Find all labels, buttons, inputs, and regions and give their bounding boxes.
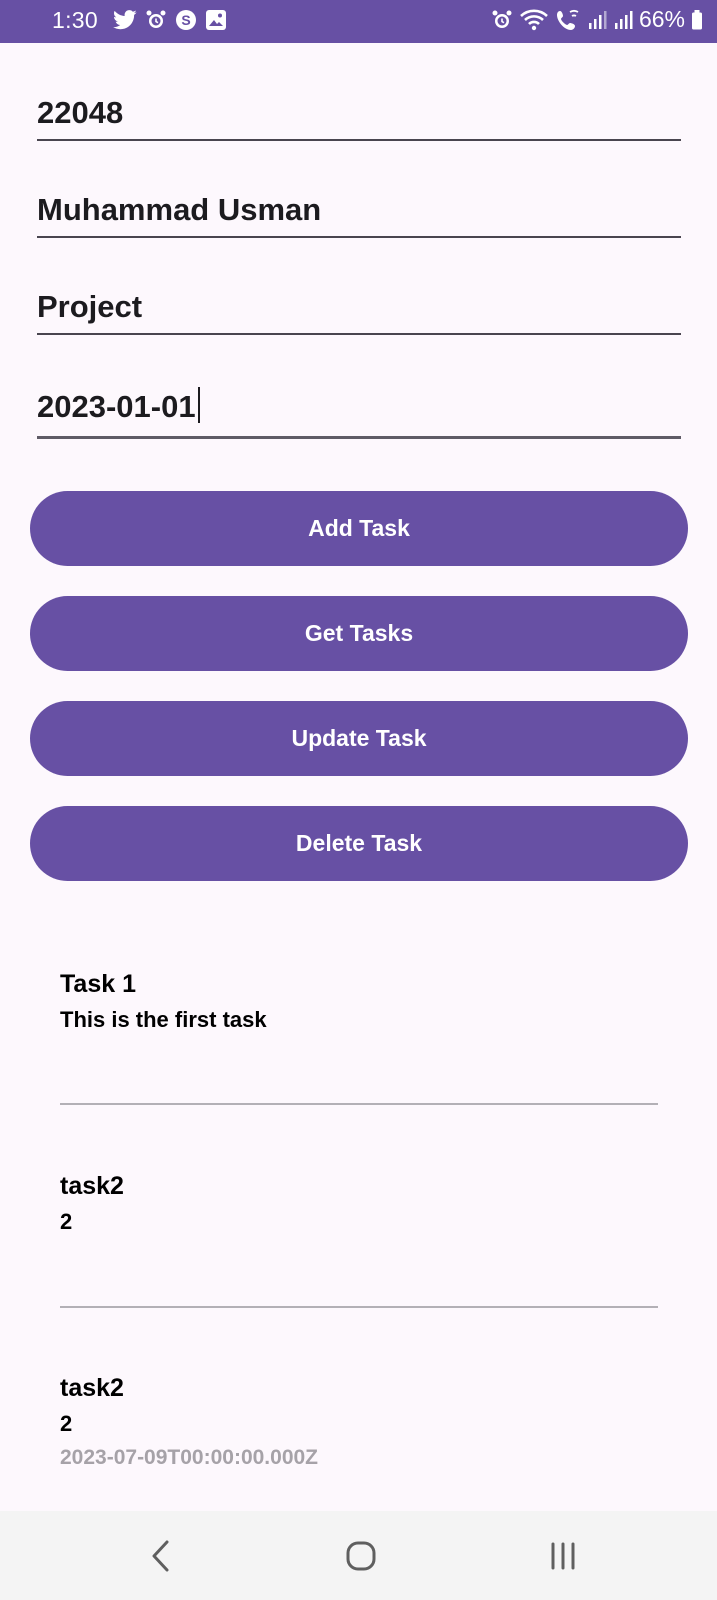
twitter-icon (113, 9, 137, 31)
battery-icon (691, 9, 703, 31)
text-cursor (197, 387, 200, 423)
recents-button[interactable] (503, 1511, 623, 1600)
task-description: This is the first task (60, 1007, 267, 1032)
task-description: 2 (60, 1411, 73, 1436)
delete-task-button[interactable]: Delete Task (30, 806, 688, 881)
list-divider (60, 1103, 658, 1105)
task-title: task2 (60, 1172, 124, 1200)
alarm-icon (145, 9, 167, 31)
list-item[interactable]: task2 2 2023-07-09T00:00:00.000Z (60, 1374, 658, 1470)
status-bar: 1:30 S 66% (0, 0, 717, 43)
get-tasks-button[interactable]: Get Tasks (30, 596, 688, 671)
battery-level: 66% (638, 6, 685, 32)
wifi-calling-icon (555, 8, 581, 32)
home-button[interactable] (301, 1511, 421, 1600)
home-icon (345, 1540, 377, 1572)
skype-icon: S (175, 9, 197, 31)
add-task-button[interactable]: Add Task (30, 491, 688, 566)
date-input-text: 2023-01-01 (37, 389, 196, 424)
date-field[interactable]: 2023-01-01 (37, 387, 681, 439)
date-input[interactable]: 2023-01-01 (37, 387, 681, 425)
back-icon (149, 1539, 173, 1573)
notification-icons: S (113, 9, 227, 31)
task-title: task2 (60, 1374, 124, 1402)
wifi-icon (519, 8, 549, 32)
list-item[interactable]: task2 2 (60, 1172, 658, 1235)
name-field[interactable]: Muhammad Usman (37, 192, 681, 238)
title-field-underline (37, 333, 681, 335)
system-icons: 66% (491, 6, 703, 33)
date-field-underline (37, 436, 681, 439)
status-time: 1:30 (52, 7, 98, 33)
update-task-button[interactable]: Update Task (30, 701, 688, 776)
signal-icon (587, 9, 607, 31)
id-field[interactable]: 22048 (37, 95, 681, 141)
task-description: 2 (60, 1209, 73, 1234)
signal-icon (613, 9, 633, 31)
id-input[interactable]: 22048 (37, 95, 681, 131)
recents-icon (548, 1541, 578, 1571)
alarm-icon (491, 9, 513, 31)
name-input[interactable]: Muhammad Usman (37, 192, 681, 228)
gallery-icon (205, 9, 227, 31)
navigation-bar (0, 1511, 717, 1600)
id-field-underline (37, 139, 681, 141)
task-title: Task 1 (60, 970, 136, 998)
title-input[interactable]: Project (37, 289, 681, 325)
list-divider (60, 1306, 658, 1308)
name-field-underline (37, 236, 681, 238)
title-field[interactable]: Project (37, 289, 681, 335)
svg-text:S: S (181, 12, 190, 28)
list-item[interactable]: Task 1 This is the first task (60, 970, 658, 1033)
back-button[interactable] (101, 1511, 221, 1600)
task-date: 2023-07-09T00:00:00.000Z (60, 1446, 319, 1469)
